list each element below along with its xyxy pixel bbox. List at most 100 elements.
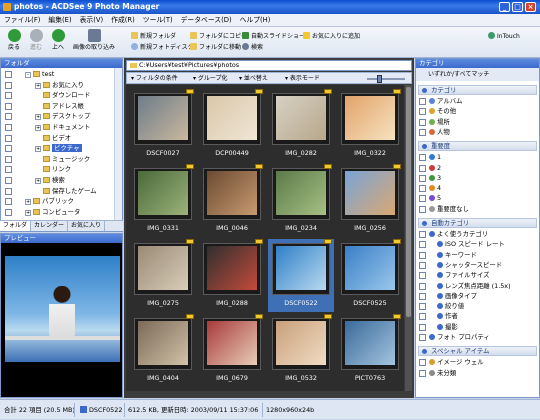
address-bar[interactable]: C:¥Users¥test¥Pictures¥photos [126,60,412,71]
category-checkbox[interactable] [419,261,426,269]
menu-item[interactable]: 編集(E) [44,14,75,27]
thumbnail-item[interactable]: DSCF0525 [337,239,403,312]
panel-tab[interactable]: カレンダー [31,221,69,231]
collapse-icon[interactable] [422,144,427,150]
view-mode-button[interactable]: ▾ 表示モード [285,74,320,83]
section-header[interactable]: カテゴリ [418,85,537,95]
thumbnail-item[interactable]: IMG_0404 [130,314,196,387]
thumbnail-item[interactable]: IMG_0288 [199,239,265,312]
folder-tree-item[interactable]: + お気に入り [1,81,84,90]
folder-tree-item[interactable]: + 検索 [1,176,65,185]
folder-checkbox[interactable] [5,166,12,174]
expand-toggle-icon[interactable]: + [35,146,41,153]
folder-tree-item[interactable]: + コンピュータ [1,208,80,217]
sort-button[interactable]: ▾ 並べ替え [239,74,268,83]
menu-item[interactable]: データベース(D) [177,14,236,27]
move-to-folder-button[interactable]: フォルダに移動 [190,43,241,52]
auto-category-item[interactable]: 撮影 [416,323,458,332]
folder-tree-item[interactable]: + デスクトップ [1,112,90,121]
category-checkbox[interactable] [419,174,426,182]
category-item[interactable]: 場所 [416,118,450,127]
folder-checkbox[interactable] [5,81,12,89]
panel-tab[interactable]: フォルダ [0,221,32,231]
category-checkbox[interactable] [419,369,426,377]
auto-category-item[interactable]: ISO スピード レート [416,240,505,249]
thumbnail-item[interactable]: IMG_0256 [337,164,403,237]
category-checkbox[interactable] [419,195,426,203]
auto-category-item[interactable]: レンズ焦点距離 (1.5x) [416,282,511,291]
category-checkbox[interactable] [419,323,426,331]
category-checkbox[interactable] [419,118,426,126]
rating-item[interactable]: 3 [416,174,441,183]
panel-tab[interactable]: お気に入り [68,221,106,231]
folder-checkbox[interactable] [5,71,12,78]
zoom-slider-knob[interactable] [377,75,382,83]
auto-category-item[interactable]: 絞り値 [416,302,464,311]
folder-tree-item[interactable]: ダウンロード [1,91,90,100]
new-photo-disc-button[interactable]: 新規フォトディスク [131,43,194,52]
expand-toggle-icon[interactable]: + [35,178,41,184]
category-checkbox[interactable] [419,272,426,280]
rating-item[interactable]: 1 [416,153,441,162]
menu-item[interactable]: 表示(V) [76,14,108,27]
auto-category-item[interactable]: ファイルサイズ [416,271,490,280]
category-checkbox[interactable] [419,241,426,249]
special-item[interactable]: イメージ ウェル [416,358,484,367]
category-checkbox[interactable] [419,205,426,213]
add-favorites-button[interactable]: お気に入りに追加 [303,32,360,41]
auto-category-item[interactable]: 画像タイプ [416,292,477,301]
expand-toggle-icon[interactable]: + [35,82,41,89]
group-button[interactable]: ▾ グループ化 [193,74,228,83]
category-checkbox[interactable] [419,128,426,136]
category-checkbox[interactable] [419,303,426,311]
category-item[interactable]: 人物 [416,128,450,137]
category-item[interactable]: その他 [416,107,456,116]
thumbnail-item[interactable]: IMG_0046 [199,164,265,237]
folder-checkbox[interactable] [5,145,12,153]
folder-checkbox[interactable] [5,92,12,100]
category-item[interactable]: アルバム [416,97,463,106]
category-checkbox[interactable] [419,98,426,105]
grid-scroll-thumb[interactable] [406,87,411,317]
category-checkbox[interactable] [419,108,426,116]
category-checkbox[interactable] [419,251,426,259]
folder-checkbox[interactable] [5,198,12,206]
category-checkbox[interactable] [419,292,426,300]
category-checkbox[interactable] [419,185,426,193]
search-button[interactable]: 検索 [242,43,263,52]
section-header[interactable]: 自動カテゴリ [418,218,537,228]
menu-item[interactable]: ヘルプ(H) [236,14,275,27]
menu-item[interactable]: ツール(T) [139,14,177,27]
folder-checkbox[interactable] [5,177,12,184]
thumbnail-item[interactable]: IMG_0275 [130,239,196,312]
thumbnail-item[interactable]: DCP00449 [199,89,265,162]
thumbnail-item[interactable]: IMG_0679 [199,314,265,387]
folder-checkbox[interactable] [5,102,12,110]
thumbnail-item[interactable]: IMG_0532 [268,314,334,387]
menu-item[interactable]: ファイル(F) [0,14,44,27]
folder-tree-item[interactable]: + ピクチャ [1,144,82,153]
auto-category-item[interactable]: よく使うカテゴリ [416,230,488,239]
expand-toggle-icon[interactable]: - [25,72,31,78]
expand-toggle-icon[interactable]: + [35,125,41,131]
acquire-button[interactable]: 画像の取り込み [72,29,116,51]
folder-tree-item[interactable]: ミュージック [1,155,90,164]
folder-tree-item[interactable]: ビデオ [1,134,71,143]
grid-scrollbar[interactable] [405,85,412,391]
match-mode-bar[interactable]: いずれか/すべてマッチ [416,68,539,81]
section-header[interactable]: スペシャル アイテム [418,346,537,357]
close-button[interactable]: × [525,2,536,12]
thumbnail-item[interactable]: DSCF0027 [130,89,196,162]
folder-checkbox[interactable] [5,124,12,131]
rating-item[interactable]: 重要度なし [416,205,469,214]
forward-button[interactable]: 進む [26,29,46,51]
thumbnail-item[interactable]: IMG_0234 [268,164,334,237]
folder-checkbox[interactable] [5,113,12,121]
auto-category-item[interactable]: 作者 [416,312,458,321]
category-checkbox[interactable] [419,154,426,162]
slideshow-button[interactable]: 自動スライドショー [242,32,305,41]
thumbnail-item[interactable]: DSCF0522 [268,239,334,312]
rating-item[interactable]: 4 [416,184,441,193]
expand-toggle-icon[interactable]: + [35,114,41,121]
zoom-slider-track[interactable] [367,78,405,80]
